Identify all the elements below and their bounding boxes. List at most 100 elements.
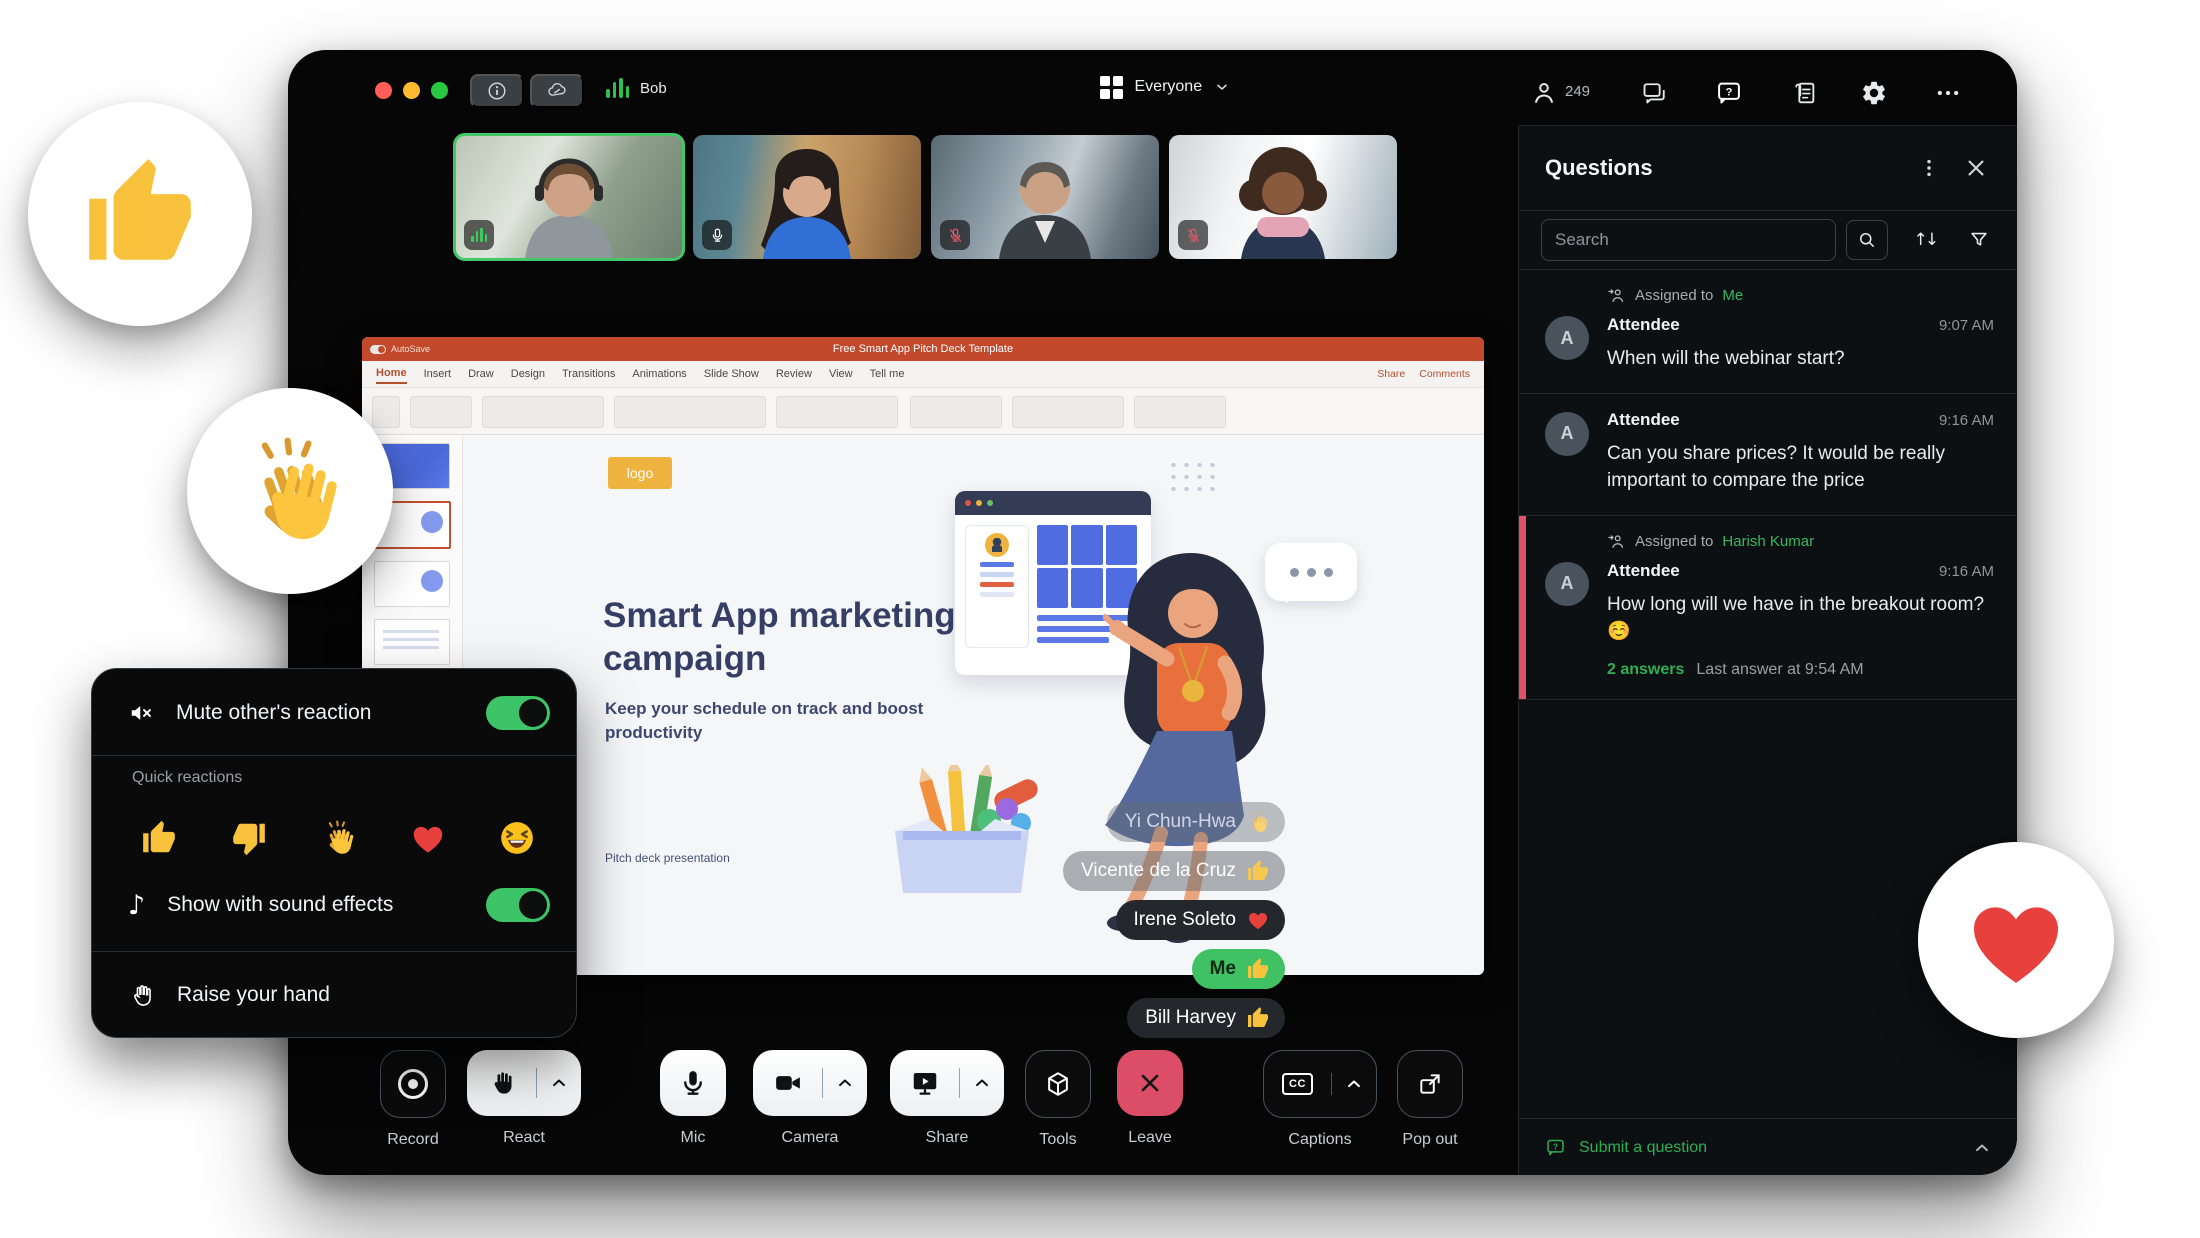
question-text: When will the webinar start? [1607,346,1994,373]
questions-panel: Questions [1518,125,2017,1175]
record-button[interactable] [380,1050,446,1118]
popout-button[interactable] [1397,1050,1463,1118]
participant-video-3[interactable] [931,135,1159,259]
svg-text:?: ? [1726,86,1733,98]
quick-reaction-clap[interactable] [313,817,355,859]
tools-label: Tools [1025,1131,1091,1149]
last-answer-time: Last answer at 9:54 AM [1696,661,1863,679]
sound-effects-row[interactable]: ♪ Show with sound effects [92,881,576,929]
participant-video-4[interactable] [1169,135,1397,259]
mic-off-icon [1178,220,1208,250]
question-text: Can you share prices? It would be really… [1607,441,1994,495]
ppt-tab-home: Home [376,367,407,382]
search-button[interactable] [1846,220,1887,260]
camera-menu-chevron[interactable] [823,1073,867,1093]
share-label: Share [890,1129,1004,1147]
search-input[interactable] [1541,219,1836,261]
ellipsis-icon [1934,79,1962,107]
music-note-icon: ♪ [128,892,145,919]
react-control: React [467,1050,581,1147]
question-item-3[interactable]: Assigned to Harish Kumar A Attendee 9:16… [1519,516,2017,700]
submit-question-button[interactable]: ? Submit a question [1519,1118,2017,1175]
raise-hand-row[interactable]: Raise your hand [92,971,576,1019]
mic-label: Mic [660,1129,726,1147]
close-window-button[interactable] [375,82,392,99]
leave-button[interactable] [1117,1050,1183,1116]
raise-hand-icon [128,982,155,1009]
minimize-window-button[interactable] [403,82,420,99]
materials-icon [1790,79,1818,107]
quick-reactions-label: Quick reactions [132,769,242,787]
collapse-chevron[interactable] [1972,1138,1992,1158]
participant-video-1[interactable] [455,135,683,259]
slide-dots-decoration [1167,459,1219,495]
ppt-tab-transitions: Transitions [562,368,615,380]
sort-button[interactable]: ↑↓ [1908,229,1943,251]
quick-reaction-heart[interactable] [403,817,445,859]
settings-button[interactable] [1859,78,1889,108]
tools-button[interactable] [1025,1050,1091,1118]
panel-menu-button[interactable] [1912,151,1946,185]
quick-reaction-thumbs-up[interactable] [134,817,176,859]
sound-effects-toggle[interactable] [486,888,550,922]
question-item-1[interactable]: Assigned to Me A Attendee 9:07 AM When w… [1519,270,2017,394]
ppt-tab-animations: Animations [632,368,686,380]
filter-button[interactable] [1962,228,1996,252]
camera-button[interactable] [753,1050,867,1116]
question-bubble-icon: ? [1545,1137,1566,1158]
audio-bars-icon [464,220,494,250]
chevron-down-icon [1214,79,1230,95]
audience-view-dropdown[interactable]: Everyone [1100,76,1230,99]
reaction-menu: Mute other's reaction Quick reactions ♪ … [91,668,577,1038]
reaction-tag-name: Yi Chun-Hwa [1125,811,1236,833]
question-author: Attendee [1607,561,1680,581]
chat-button[interactable] [1640,78,1670,108]
ppt-window-title: Free Smart App Pitch Deck Template [833,343,1013,355]
camera-label: Camera [753,1129,867,1147]
session-info-button[interactable] [470,74,524,108]
reaction-tag-name: Vicente de la Cruz [1081,860,1236,882]
chevron-up-icon [835,1073,855,1093]
quick-reaction-thumbs-down[interactable] [224,817,266,859]
materials-button[interactable] [1789,78,1819,108]
heart-icon [1960,884,2072,996]
slide-logo: logo [608,457,672,489]
participants-button[interactable] [1529,78,1559,108]
ppt-thumb-3 [374,561,450,607]
question-item-2[interactable]: A Attendee 9:16 AM Can you share prices?… [1519,394,2017,516]
react-menu-chevron[interactable] [537,1073,581,1093]
question-bubble-icon: ? [1715,79,1743,107]
ppt-tab-tellme: Tell me [870,368,905,380]
captions-control: CC Captions [1263,1050,1377,1149]
quick-reaction-laugh[interactable] [492,817,534,859]
mic-button[interactable] [660,1050,726,1116]
captions-label: Captions [1263,1131,1377,1149]
react-button[interactable] [467,1050,581,1116]
reaction-tag-name: Me [1210,958,1236,980]
questions-tab-button[interactable]: ? [1714,78,1744,108]
panel-close-button[interactable] [1958,151,1992,185]
assigned-to-name: Me [1722,287,1743,304]
tools-control: Tools [1025,1050,1091,1149]
slide-subtitle: Keep your schedule on track and boost pr… [605,697,935,745]
connection-quality-button[interactable] [530,74,584,108]
ppt-slide: logo Smart App marketing campaign Keep y… [463,435,1484,963]
participant-video-2[interactable] [693,135,921,259]
captions-menu-chevron[interactable] [1332,1074,1376,1094]
share-menu-chevron[interactable] [960,1073,1004,1093]
assigned-to-name: Harish Kumar [1722,533,1814,550]
assigned-prefix: Assigned to [1635,287,1713,304]
reaction-tag-me: Me [1192,949,1285,989]
share-button[interactable] [890,1050,1004,1116]
mute-reactions-toggle[interactable] [486,696,550,730]
floating-heart-emoji [1918,842,2114,1038]
floating-thumbs-up-emoji [28,102,252,326]
captions-button[interactable]: CC [1263,1050,1377,1118]
mute-reactions-row[interactable]: Mute other's reaction [92,689,576,737]
zoom-window-button[interactable] [431,82,448,99]
more-options-button[interactable] [1933,78,1963,108]
chevron-up-icon [1972,1138,1992,1158]
answers-count[interactable]: 2 answers [1607,661,1684,679]
slide-footer: Pitch deck presentation [605,851,730,865]
svg-text:?: ? [1553,1141,1558,1151]
